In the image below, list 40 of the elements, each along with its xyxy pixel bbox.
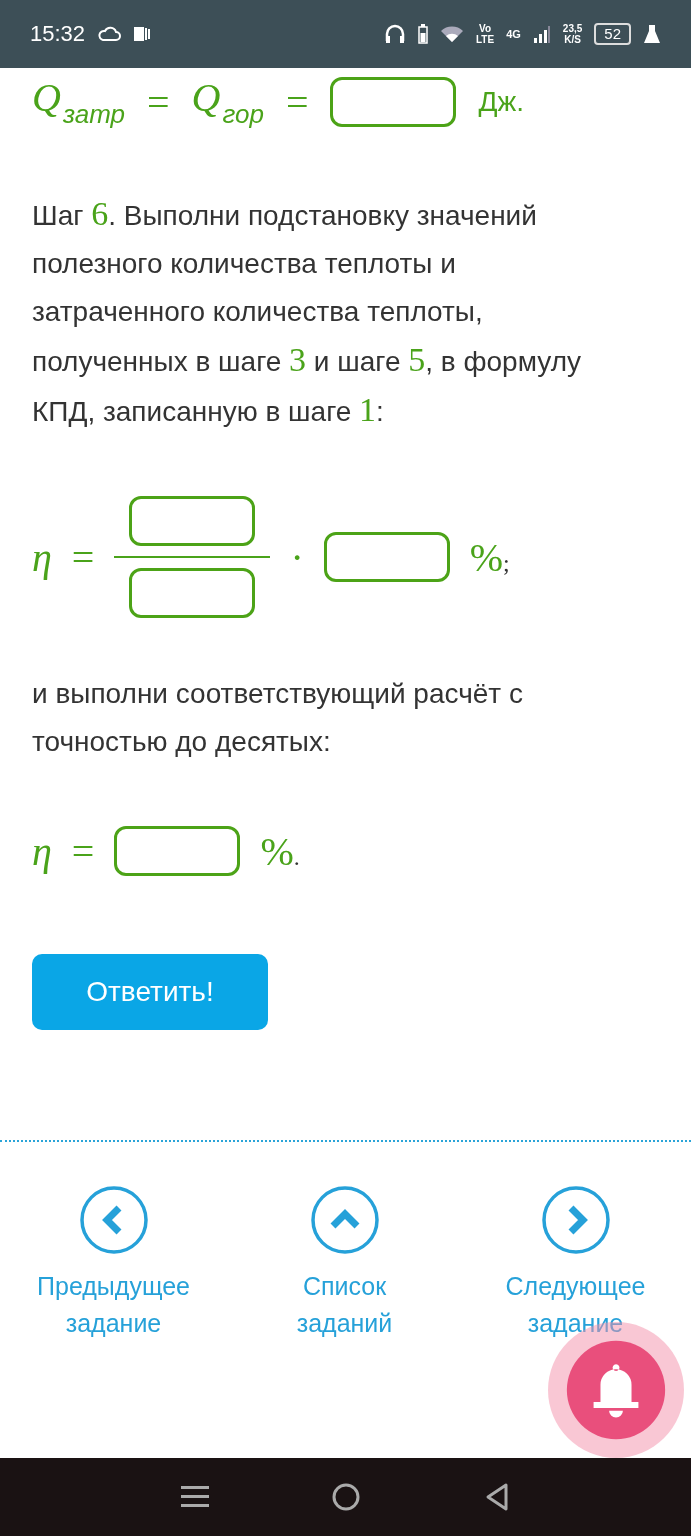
answer-box[interactable] <box>114 826 241 876</box>
nav-link[interactable]: Предыдущее задание <box>0 1186 229 1342</box>
nav-link[interactable]: Список заданий <box>229 1186 460 1342</box>
speed-label: 23,5 K/S <box>562 23 583 45</box>
math-symbol: η <box>32 827 52 875</box>
volte-label: Vo LTE <box>476 23 495 45</box>
answer-box[interactable] <box>129 496 256 546</box>
equals-sign: = <box>71 827 95 875</box>
battery-level: 52 <box>594 23 631 45</box>
period: . <box>293 843 300 871</box>
equals-sign: = <box>71 533 95 581</box>
equals-sign: = <box>147 78 170 126</box>
unit-label: Дж. <box>478 86 524 118</box>
chevron-right-icon <box>541 1186 610 1254</box>
percent-sign: % <box>469 533 504 581</box>
headphones-icon <box>384 23 406 45</box>
flask-icon <box>643 24 661 44</box>
app-icon <box>133 25 152 43</box>
calc-text: и выполни соответствующий расчёт с точностью до десятых: <box>32 677 524 759</box>
answer-button[interactable]: Ответить! <box>32 954 268 1030</box>
menu-icon[interactable] <box>181 1484 210 1510</box>
wifi-icon <box>440 25 464 43</box>
cloud-icon <box>97 26 122 42</box>
step-text: Шаг 6. Выполни подстановку значений полезного количества теплоты и затраченного количества теплоты, полученных в шаге 3 и шаге 5, в формулу КПД, записанную в шаге 1: <box>32 194 582 430</box>
percent-sign: % <box>260 827 294 875</box>
chevron-left-icon <box>79 1186 148 1254</box>
nav-link[interactable]: Следующее задание <box>460 1186 691 1342</box>
answer-box[interactable] <box>330 77 457 127</box>
equals-sign: = <box>285 78 309 126</box>
chevron-up-icon <box>310 1186 379 1254</box>
answer-box[interactable] <box>323 532 450 582</box>
answer-box[interactable] <box>129 568 256 618</box>
signal-icon <box>532 25 551 43</box>
home-icon[interactable] <box>331 1482 362 1512</box>
semicolon: ; <box>503 549 510 577</box>
network-label: 4G <box>506 28 521 40</box>
dot-operator: · <box>290 533 304 581</box>
math-symbol: η <box>32 533 52 581</box>
status-time: 15:32 <box>30 21 86 47</box>
battery-icon <box>418 24 428 44</box>
